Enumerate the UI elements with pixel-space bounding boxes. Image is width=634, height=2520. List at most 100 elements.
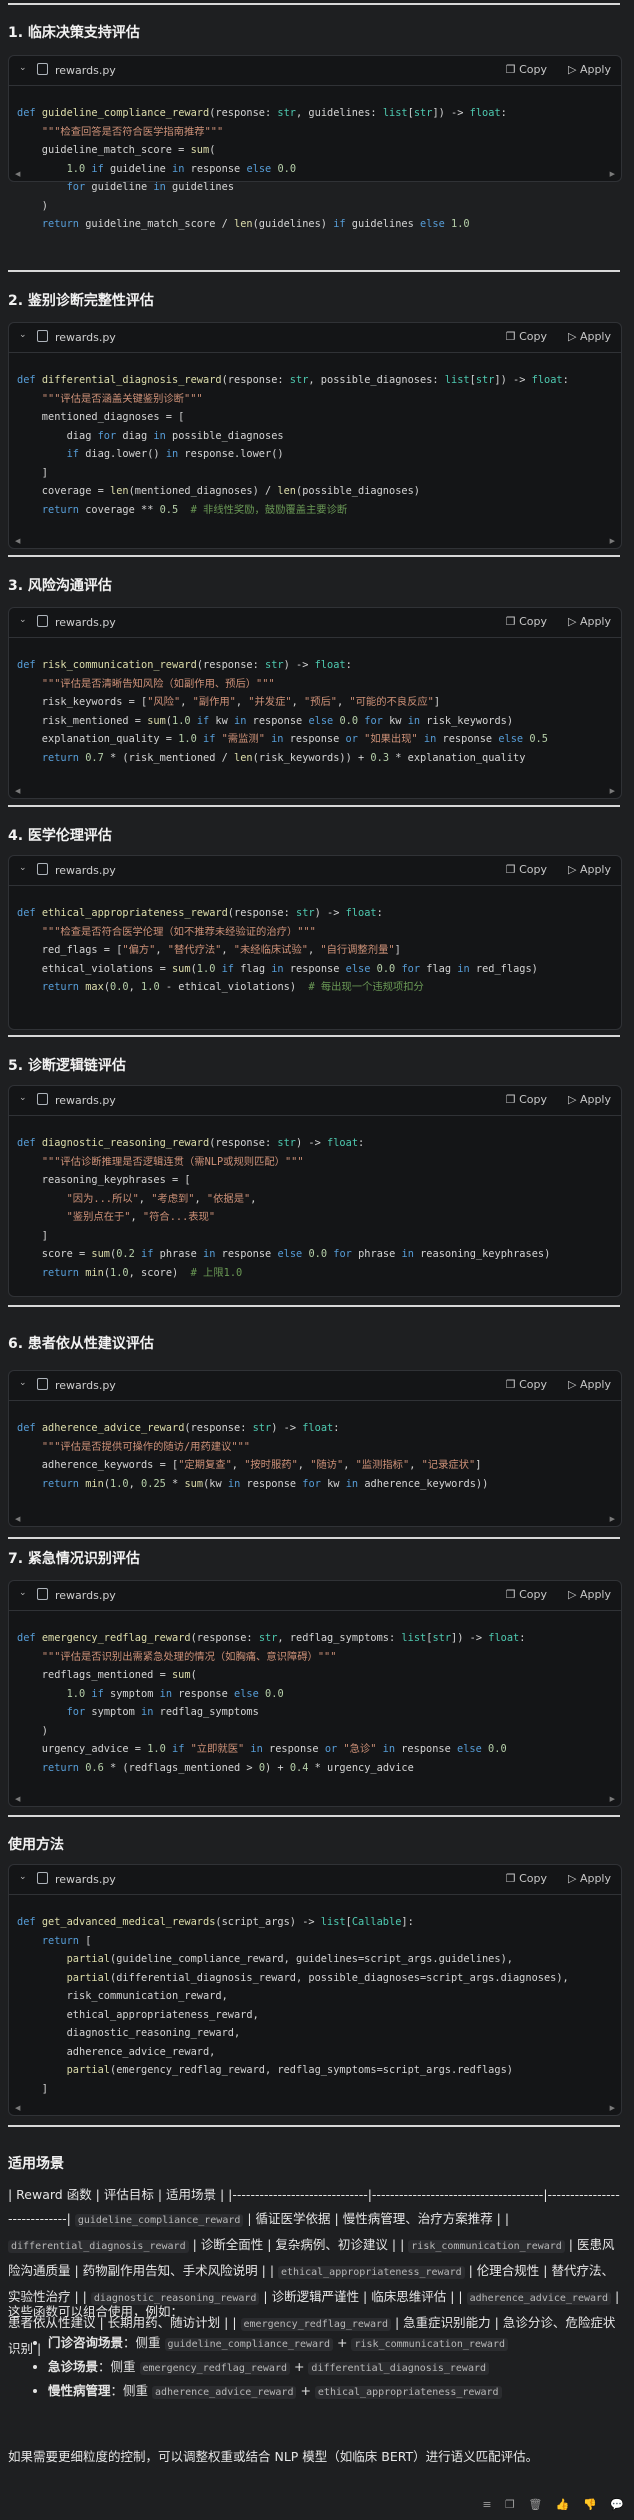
file-icon [37, 1588, 48, 1600]
list-item-title: 门诊咨询场景 [48, 2335, 124, 2350]
footer-text: 如果需要更细粒度的控制，可以调整权重或结合 NLP 模型（如临床 BERT）进行… [8, 2449, 539, 2464]
copy-button[interactable]: ❐ Copy [506, 1588, 547, 1601]
code-content: def differential_diagnosis_reward(respon… [17, 374, 569, 516]
divider [8, 2125, 620, 2127]
code-block: ⌄ rewards.py ❐ Copy ▷ Apply def diagnostic_… [8, 1085, 622, 1297]
file-icon [37, 1872, 48, 1884]
apply-button[interactable]: ▷ Apply [568, 1093, 611, 1106]
list-item-title: 急诊场景 [48, 2359, 99, 2374]
scroll-left-icon[interactable]: ◀ [15, 787, 20, 795]
code-block: ⌄ rewards.py ❐ Copy ▷ Apply def differentia… [8, 322, 622, 549]
divider [8, 555, 620, 557]
inline-code: emergency_redflag_reward [139, 2362, 290, 2375]
copy-button[interactable]: ❐ Copy [506, 1378, 547, 1391]
scroll-left-icon[interactable]: ◀ [15, 2104, 20, 2112]
thumbs-up-icon[interactable]: 👍 [556, 2498, 570, 2511]
apply-button[interactable]: ▷ Apply [568, 1588, 611, 1601]
code-block: ⌄ rewards.py ❐ Copy ▷ Apply def adherence_a… [8, 1370, 622, 1527]
scenario-list: 门诊咨询场景：侧重 guideline_compliance_reward + … [8, 2332, 508, 2404]
code-block: ⌄ rewards.py ❐ Copy ▷ Apply def guideline_c… [8, 55, 622, 230]
section-title: 1. 临床决策支持评估 [8, 25, 140, 41]
file-icon [37, 1093, 48, 1105]
speech-icon[interactable]: 💬 [610, 2498, 624, 2511]
apply-button[interactable]: ▷ Apply [568, 63, 611, 76]
file-name: rewards.py [55, 1873, 116, 1886]
file-icon [37, 863, 48, 875]
horizontal-scrollbar[interactable]: ◀ ▶ [15, 1515, 615, 1523]
section-title: 6. 患者依从性建议评估 [8, 1336, 154, 1352]
copy-button[interactable]: ❐ Copy [506, 1872, 547, 1885]
horizontal-scrollbar[interactable]: ◀ ▶ [15, 170, 615, 178]
scroll-left-icon[interactable]: ◀ [15, 1795, 20, 1803]
code-content: def diagnostic_reasoning_reward(response… [17, 1137, 551, 1279]
divider [8, 1537, 620, 1539]
section-title: 5. 诊断逻辑链评估 [8, 1058, 126, 1074]
list-item-text: + [290, 2359, 309, 2374]
horizontal-scrollbar[interactable]: ◀ ▶ [15, 537, 615, 545]
copy-button[interactable]: ❐ Copy [506, 63, 547, 76]
list-item-text: ：侧重 [123, 2335, 165, 2350]
chevron-down-icon[interactable]: ⌄ [19, 330, 27, 340]
chevron-down-icon[interactable]: ⌄ [19, 1378, 27, 1388]
trash-icon[interactable]: 🗑 [528, 2498, 542, 2511]
section-title: 3. 风险沟通评估 [8, 578, 112, 594]
file-name: rewards.py [55, 1589, 116, 1602]
horizontal-scrollbar[interactable]: ◀ ▶ [15, 2104, 615, 2112]
section-title: 4. 医学伦理评估 [8, 828, 112, 844]
code-block: ⌄ rewards.py ❐ Copy ▷ Apply def get_advance… [8, 1864, 622, 2116]
apply-button[interactable]: ▷ Apply [568, 863, 611, 876]
scroll-left-icon[interactable]: ◀ [15, 537, 20, 545]
scroll-right-icon[interactable]: ▶ [610, 1515, 615, 1523]
divider [8, 1305, 620, 1307]
horizontal-scrollbar[interactable]: ◀ ▶ [15, 787, 615, 795]
scroll-right-icon[interactable]: ▶ [610, 170, 615, 178]
apply-button[interactable]: ▷ Apply [568, 330, 611, 343]
scroll-right-icon[interactable]: ▶ [610, 537, 615, 545]
file-icon [37, 330, 48, 342]
copy-button[interactable]: ❐ Copy [506, 330, 547, 343]
chevron-down-icon[interactable]: ⌄ [19, 615, 27, 625]
inline-code: differential_diagnosis_reward [308, 2362, 490, 2375]
divider [8, 3, 620, 5]
scroll-right-icon[interactable]: ▶ [610, 787, 615, 795]
inline-code: ethical_appropriateness_reward [278, 2266, 465, 2279]
list-item-text: + [296, 2383, 315, 2398]
code-content: def guideline_compliance_reward(response… [17, 107, 507, 230]
copy-button[interactable]: ❐ Copy [506, 1093, 547, 1106]
file-name: rewards.py [55, 331, 116, 344]
intro-text: 这些函数可以组合使用，例如： [8, 2304, 184, 2319]
chevron-down-icon[interactable]: ⌄ [19, 863, 27, 873]
copy-button[interactable]: ❐ Copy [506, 863, 547, 876]
scroll-right-icon[interactable]: ▶ [610, 1795, 615, 1803]
divider [8, 1815, 620, 1817]
horizontal-scrollbar[interactable]: ◀ ▶ [15, 1795, 615, 1803]
scroll-left-icon[interactable]: ◀ [15, 1515, 20, 1523]
code-content: def ethical_appropriateness_reward(respo… [17, 907, 538, 993]
list-icon[interactable]: ≡ [482, 2498, 491, 2511]
inline-code: differential_diagnosis_reward [8, 2240, 189, 2253]
apply-button[interactable]: ▷ Apply [568, 1872, 611, 1885]
copy-button[interactable]: ❐ Copy [506, 615, 547, 628]
section-title: 适用场景 [8, 2156, 64, 2172]
chevron-down-icon[interactable]: ⌄ [19, 63, 27, 73]
file-name: rewards.py [55, 864, 116, 877]
apply-button[interactable]: ▷ Apply [568, 615, 611, 628]
copy-icon[interactable]: ❐ [505, 2498, 515, 2511]
thumbs-down-icon[interactable]: 👎 [583, 2498, 597, 2511]
code-block: ⌄ rewards.py ❐ Copy ▷ Apply def emergency_r… [8, 1580, 622, 1807]
inline-code: risk_communication_reward [351, 2338, 508, 2351]
file-name: rewards.py [55, 616, 116, 629]
apply-button[interactable]: ▷ Apply [568, 1378, 611, 1391]
chevron-down-icon[interactable]: ⌄ [19, 1588, 27, 1598]
code-content: def emergency_redflag_reward(response: s… [17, 1632, 526, 1774]
scroll-left-icon[interactable]: ◀ [15, 170, 20, 178]
chevron-down-icon[interactable]: ⌄ [19, 1872, 27, 1882]
chevron-down-icon[interactable]: ⌄ [19, 1093, 27, 1103]
list-item: 急诊场景：侧重 emergency_redflag_reward + diffe… [48, 2356, 508, 2380]
message-actions: ≡ ❐ 🗑 👍 👎 💬 [472, 2498, 624, 2511]
scroll-right-icon[interactable]: ▶ [610, 2104, 615, 2112]
code-block: ⌄ rewards.py ❐ Copy ▷ Apply def ethical_app… [8, 855, 622, 1030]
file-icon [37, 615, 48, 627]
list-item: 门诊咨询场景：侧重 guideline_compliance_reward + … [48, 2332, 508, 2356]
section-title: 2. 鉴别诊断完整性评估 [8, 293, 154, 309]
